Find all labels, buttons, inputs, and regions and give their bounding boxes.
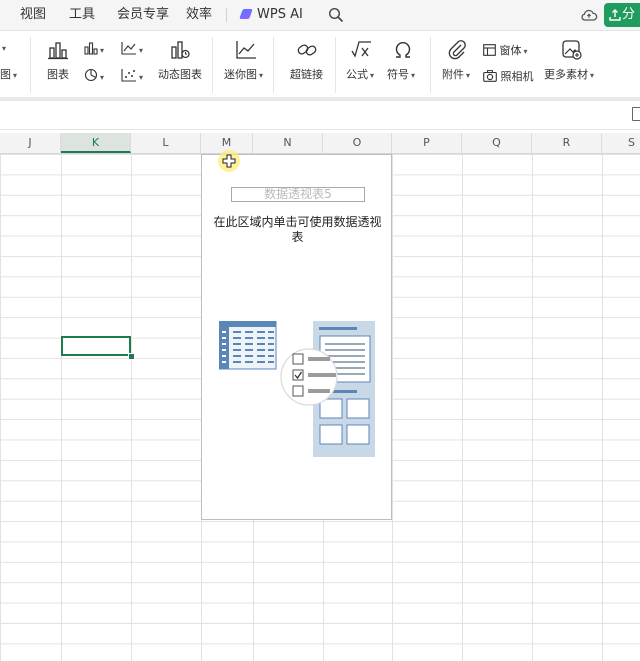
attachment-button[interactable]: 附件 ▾ bbox=[442, 68, 470, 83]
share-icon bbox=[609, 9, 621, 21]
menu-divider bbox=[226, 8, 227, 22]
grid-column-line bbox=[61, 154, 62, 661]
camera-button[interactable]: 照相机 bbox=[483, 68, 534, 84]
share-label: 分 bbox=[622, 7, 636, 22]
column-header-N[interactable]: N bbox=[253, 133, 323, 153]
share-button[interactable]: 分 bbox=[604, 3, 640, 27]
menu-member[interactable]: 会员专享 bbox=[117, 0, 169, 30]
scatter-chart-icon bbox=[121, 69, 136, 82]
selected-cell[interactable] bbox=[61, 336, 131, 356]
formula-icon[interactable] bbox=[350, 39, 372, 61]
ribbon-divider bbox=[273, 37, 274, 93]
grid-column-line bbox=[462, 154, 463, 661]
pivot-table-hint: 在此区域内单击可使用数据透视表 bbox=[213, 215, 382, 244]
ribbon-toolbar: ▾ 图 ▾ 图表 ▾ ▾ ▾ ▾ 动态图表 迷你图 ▾ 超链接 公式 ▾ 符号 … bbox=[0, 31, 640, 99]
menu-view[interactable]: 视图 bbox=[20, 0, 46, 30]
pie-chart-icon bbox=[84, 68, 98, 82]
column-header-P[interactable]: P bbox=[392, 133, 462, 153]
dynamic-chart-button-label[interactable]: 动态图表 bbox=[158, 68, 202, 82]
ribbon-divider bbox=[30, 37, 31, 93]
cloud-icon[interactable] bbox=[580, 7, 598, 23]
menu-tools[interactable]: 工具 bbox=[69, 0, 95, 30]
ribbon-divider bbox=[335, 37, 336, 93]
ribbon-divider bbox=[212, 37, 213, 93]
crosshair-cursor-icon bbox=[222, 154, 236, 168]
wps-ai-icon bbox=[239, 9, 253, 19]
dynamic-chart-icon[interactable] bbox=[169, 39, 191, 61]
hyperlink-button-label[interactable]: 超链接 bbox=[290, 68, 323, 82]
paperclip-icon[interactable] bbox=[446, 39, 468, 61]
bar-chart-dropdown[interactable]: ▾ bbox=[84, 41, 104, 56]
pivot-table-title: 数据透视表5 bbox=[231, 187, 365, 202]
line-chart-dropdown[interactable]: ▾ bbox=[121, 41, 143, 56]
wps-ai-label: WPS AI bbox=[257, 7, 303, 22]
column-header-row: J K L M N O P Q R S bbox=[0, 133, 640, 154]
expand-panel-icon[interactable] bbox=[632, 107, 640, 121]
column-header-K[interactable]: K bbox=[61, 133, 131, 153]
line-chart-icon bbox=[121, 42, 136, 55]
pivot-illustration bbox=[219, 321, 375, 457]
wps-ai-button[interactable]: WPS AI bbox=[239, 0, 303, 30]
window-icon bbox=[483, 44, 496, 56]
scatter-chart-dropdown[interactable]: ▾ bbox=[121, 68, 143, 83]
chevron-down-icon[interactable]: ▾ bbox=[0, 41, 6, 54]
column-header-Q[interactable]: Q bbox=[462, 133, 532, 153]
window-dropdown[interactable]: 窗体 ▾ bbox=[483, 42, 528, 58]
omega-symbol-icon[interactable] bbox=[392, 39, 414, 61]
sparkline-button[interactable]: 迷你图 ▾ bbox=[224, 68, 263, 83]
link-icon[interactable] bbox=[296, 40, 318, 60]
symbol-button[interactable]: 符号 ▾ bbox=[387, 68, 415, 83]
chart-icon[interactable] bbox=[47, 39, 69, 61]
materials-icon[interactable] bbox=[561, 39, 583, 61]
grid-column-line bbox=[532, 154, 533, 661]
pie-chart-dropdown[interactable]: ▾ bbox=[84, 68, 104, 83]
column-header-O[interactable]: O bbox=[323, 133, 392, 153]
grid-column-line bbox=[131, 154, 132, 661]
pivot-table-area[interactable]: 数据透视表5 在此区域内单击可使用数据透视表 bbox=[201, 154, 392, 520]
menu-bar: 视图 工具 会员专享 效率 WPS AI 分 bbox=[0, 0, 640, 31]
fill-handle[interactable] bbox=[128, 353, 135, 360]
camera-icon bbox=[483, 70, 497, 82]
column-header-L[interactable]: L bbox=[131, 133, 201, 153]
formula-button[interactable]: 公式 ▾ bbox=[346, 68, 374, 83]
column-header-S[interactable]: S bbox=[602, 133, 640, 153]
formula-bar[interactable] bbox=[0, 100, 640, 130]
sparkline-icon[interactable] bbox=[235, 40, 257, 60]
chart-button-label[interactable]: 图表 bbox=[47, 68, 69, 82]
grid-column-line bbox=[602, 154, 603, 661]
column-header-R[interactable]: R bbox=[532, 133, 602, 153]
ribbon-divider bbox=[430, 37, 431, 93]
mouse-cursor-highlight bbox=[218, 150, 240, 172]
bar-chart-icon bbox=[84, 42, 98, 55]
more-materials-button[interactable]: 更多素材 ▾ bbox=[544, 68, 594, 83]
column-header-J[interactable]: J bbox=[0, 133, 61, 153]
ribbon-left-partial[interactable]: 图 ▾ bbox=[0, 68, 17, 83]
grid-column-line bbox=[392, 154, 393, 661]
search-icon[interactable] bbox=[328, 7, 344, 23]
menu-efficiency[interactable]: 效率 bbox=[186, 0, 212, 30]
